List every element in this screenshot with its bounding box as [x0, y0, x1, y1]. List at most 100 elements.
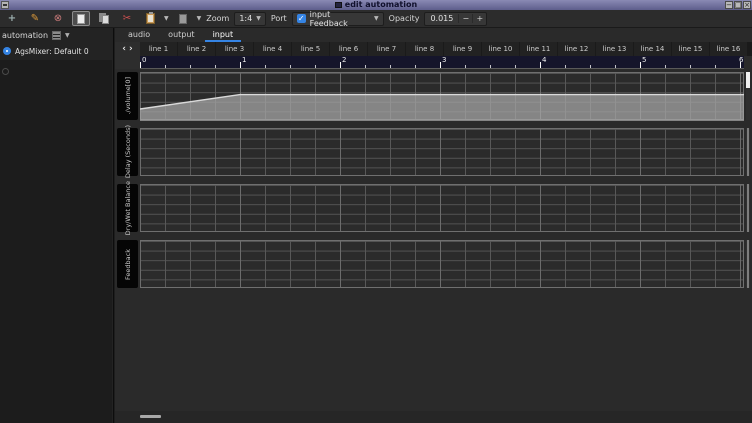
ruler-number-3: 3: [442, 56, 446, 64]
line-tab-13[interactable]: line 13: [596, 42, 633, 56]
window-icon: [335, 2, 342, 8]
position-tool-button[interactable]: +: [3, 11, 21, 26]
lane-vscrollbar[interactable]: [746, 128, 750, 176]
automation-lane-volume: ./volume[0]: [117, 72, 750, 120]
sidebar: automation ▼ AgsMixer: Default 0: [0, 28, 114, 423]
automation-grid-volume[interactable]: [140, 72, 744, 120]
port-value: input Feedback: [310, 10, 370, 28]
line-tab-6[interactable]: line 6: [330, 42, 367, 56]
lane-label: Dry/Wet Balance: [124, 181, 132, 235]
copy-icon: [102, 15, 109, 24]
select-icon: [77, 14, 85, 24]
lane-vscrollbar[interactable]: [746, 240, 750, 288]
lane-label-box: ./volume[0]: [117, 72, 138, 120]
line-tab-14[interactable]: line 14: [634, 42, 671, 56]
automation-editor: audio output input ‹ › line 1 line 2 lin…: [115, 28, 752, 423]
radio-unselected-icon[interactable]: [2, 68, 9, 75]
ruler-corner: [115, 56, 140, 69]
toolbar: + ✎ ⊗ ✂ ▼ ▼ Zoom 1:4 ▼ Port ✓: [0, 10, 752, 28]
opacity-spinbutton[interactable]: 0.015 − +: [424, 12, 487, 26]
automation-lane-feedback: Feedback: [117, 240, 750, 288]
opacity-decrement-button[interactable]: −: [458, 14, 472, 23]
line-prev-button[interactable]: ‹: [122, 43, 126, 55]
line-tab-bar: ‹ › line 1 line 2 line 3 line 4 line 5 l…: [115, 42, 752, 56]
line-tab-11[interactable]: line 11: [520, 42, 557, 56]
line-tab-16[interactable]: line 16: [710, 42, 747, 56]
line-tab-1[interactable]: line 1: [140, 42, 177, 56]
ruler-number-5: 5: [642, 56, 646, 64]
lane-vscrollbar[interactable]: [746, 184, 750, 232]
ruler-number-2: 2: [342, 56, 346, 64]
machine-selector-icon: [52, 31, 61, 40]
maximize-button[interactable]: □: [734, 1, 742, 9]
scrollbar-thumb[interactable]: [140, 415, 161, 418]
horizontal-scrollbar[interactable]: [115, 411, 752, 423]
paste-button[interactable]: [141, 11, 159, 26]
clipboard-icon: [146, 13, 155, 24]
line-tab-7[interactable]: line 7: [368, 42, 405, 56]
sidebar-empty-area: [0, 60, 112, 423]
edit-tool-button[interactable]: ✎: [26, 11, 44, 26]
tab-output[interactable]: output: [160, 28, 202, 42]
scope-notebook: audio output input: [115, 28, 241, 42]
machine-radio-row[interactable]: AgsMixer: Default 0: [0, 45, 113, 57]
eraser-icon: ⊗: [54, 14, 62, 24]
scrollbar-thumb[interactable]: [747, 240, 749, 288]
pencil-icon: ✎: [31, 14, 39, 24]
scissors-icon: ✂: [123, 14, 131, 24]
lane-label: ./volume[0]: [124, 77, 132, 115]
line-nav: ‹ ›: [115, 42, 140, 56]
tool-menu-arrow-icon[interactable]: ▼: [197, 15, 202, 22]
chevron-down-icon: ▼: [374, 15, 379, 22]
ruler-number-4: 4: [542, 56, 546, 64]
lane-label-box: Delay (Seconds): [117, 128, 138, 176]
machine-label: AgsMixer: Default 0: [15, 47, 89, 56]
line-tab-10[interactable]: line 10: [482, 42, 519, 56]
tool-menu-button[interactable]: [174, 11, 192, 26]
scrollbar-thumb[interactable]: [747, 184, 749, 232]
line-tab-12[interactable]: line 12: [558, 42, 595, 56]
line-tab-3[interactable]: line 3: [216, 42, 253, 56]
port-combo[interactable]: ✓ input Feedback ▼: [292, 12, 384, 26]
lane-label: Delay (Seconds): [124, 125, 132, 178]
line-tab-9[interactable]: line 9: [444, 42, 481, 56]
scrollbar-thumb[interactable]: [747, 128, 749, 176]
lane-vscrollbar[interactable]: [746, 72, 750, 120]
line-tab-5[interactable]: line 5: [292, 42, 329, 56]
radio-selected-icon[interactable]: [3, 47, 11, 55]
automation-grid-feedback[interactable]: [140, 240, 744, 288]
line-next-button[interactable]: ›: [129, 43, 133, 55]
lane-label-box: Dry/Wet Balance: [117, 184, 138, 232]
minimize-button[interactable]: −: [725, 1, 733, 9]
automation-lane-delay: Delay (Seconds): [117, 128, 750, 176]
paste-menu-arrow-icon[interactable]: ▼: [164, 15, 169, 22]
automation-lane-drywet: Dry/Wet Balance: [117, 184, 750, 232]
select-tool-button[interactable]: [72, 11, 90, 26]
automation-grid-delay[interactable]: [140, 128, 744, 176]
automation-menu-button[interactable]: automation ▼: [0, 28, 113, 43]
line-tab-2[interactable]: line 2: [178, 42, 215, 56]
automation-grid-drywet[interactable]: [140, 184, 744, 232]
tab-audio[interactable]: audio: [120, 28, 158, 42]
opacity-increment-button[interactable]: +: [472, 14, 486, 23]
ruler-number-1: 1: [242, 56, 246, 64]
lane-label-box: Feedback: [117, 240, 138, 288]
port-checkbox[interactable]: ✓: [297, 14, 306, 23]
position-icon: +: [8, 14, 16, 24]
line-tab-15[interactable]: line 15: [672, 42, 709, 56]
line-tab-8[interactable]: line 8: [406, 42, 443, 56]
zoom-label: Zoom: [206, 14, 229, 23]
ruler-number-0: 0: [142, 56, 146, 64]
scrollbar-thumb[interactable]: [746, 72, 750, 88]
clear-tool-button[interactable]: ⊗: [49, 11, 67, 26]
opacity-label: Opacity: [389, 14, 420, 23]
automation-curve: [140, 73, 744, 121]
titlebar: edit automation − □ ×: [0, 0, 752, 10]
line-tab-4[interactable]: line 4: [254, 42, 291, 56]
cut-button[interactable]: ✂: [118, 11, 136, 26]
close-button[interactable]: ×: [743, 1, 751, 9]
zoom-combo[interactable]: 1:4 ▼: [234, 12, 266, 26]
edit-automation-window: edit automation − □ × + ✎ ⊗ ✂ ▼: [0, 0, 752, 423]
copy-button[interactable]: [95, 11, 113, 26]
tab-input[interactable]: input: [205, 28, 242, 42]
